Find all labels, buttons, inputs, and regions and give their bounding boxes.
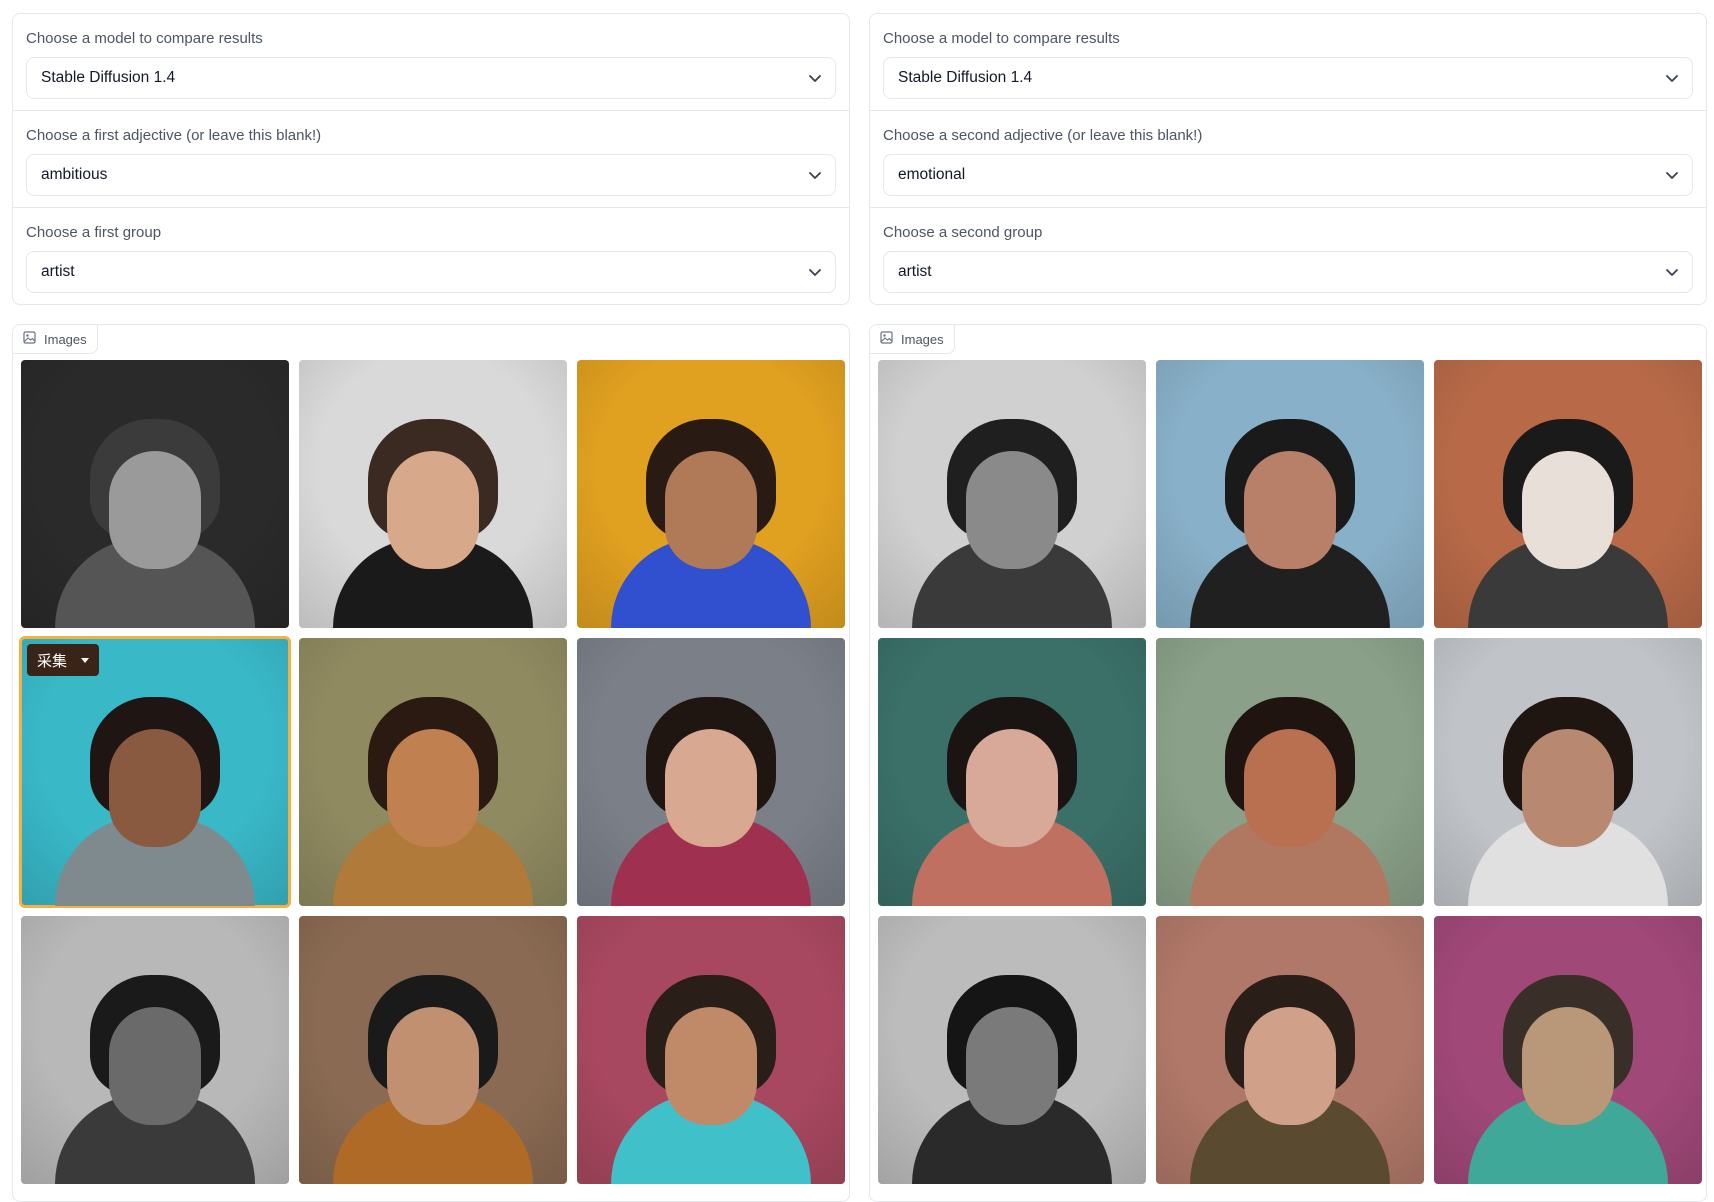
chevron-down-icon — [1665, 265, 1679, 279]
field-label: Choose a model to compare results — [26, 30, 263, 47]
dropdown-value: artist — [41, 263, 75, 280]
chevron-down-icon — [808, 265, 822, 279]
portrait-face — [1522, 1007, 1614, 1126]
left-group-field: Choose a first group artist — [13, 208, 849, 304]
dropdown-value: Stable Diffusion 1.4 — [898, 69, 1033, 86]
portrait-face — [1244, 451, 1336, 570]
chevron-down-icon — [808, 168, 822, 182]
portrait-face — [387, 729, 479, 848]
right-gallery-image[interactable] — [878, 638, 1146, 906]
field-label: Choose a first adjective (or leave this … — [26, 127, 322, 144]
portrait-face — [109, 1007, 201, 1126]
portrait-face — [1522, 451, 1614, 570]
portrait-face — [1522, 729, 1614, 848]
field-label: Choose a second adjective (or leave this… — [883, 127, 1203, 144]
portrait-face — [387, 1007, 479, 1126]
gallery-label: Images — [870, 325, 955, 354]
portrait-face — [387, 451, 479, 570]
field-label: Choose a first group — [26, 224, 162, 241]
right-gallery-image[interactable] — [1156, 638, 1424, 906]
dropdown-value: ambitious — [41, 166, 108, 183]
portrait-face — [966, 451, 1058, 570]
dropdown-value: Stable Diffusion 1.4 — [41, 69, 176, 86]
left-gallery-image[interactable] — [299, 360, 567, 628]
right-model-dropdown[interactable]: Stable Diffusion 1.4 — [883, 57, 1693, 99]
right-form: Choose a model to compare results Stable… — [869, 13, 1707, 305]
portrait-face — [966, 1007, 1058, 1126]
right-gallery: Images — [869, 324, 1707, 1202]
right-adjective-field: Choose a second adjective (or leave this… — [870, 111, 1706, 208]
field-label: Choose a model to compare results — [883, 30, 1120, 47]
left-model-field: Choose a model to compare results Stable… — [13, 14, 849, 111]
right-model-field: Choose a model to compare results Stable… — [870, 14, 1706, 111]
image-icon — [880, 331, 893, 347]
left-gallery-image[interactable] — [577, 916, 845, 1184]
gallery-label: Images — [13, 325, 98, 354]
gallery-label-text: Images — [901, 331, 944, 347]
right-gallery-image[interactable] — [1434, 916, 1702, 1184]
portrait-face — [665, 451, 757, 570]
collect-label: 采集 — [37, 651, 68, 670]
right-column: Choose a model to compare results Stable… — [869, 13, 1707, 1202]
caret-down-icon — [81, 657, 90, 663]
gallery-label-text: Images — [44, 331, 87, 347]
right-group-field: Choose a second group artist — [870, 208, 1706, 304]
compare-page: Choose a model to compare results Stable… — [0, 0, 1714, 1202]
portrait-face — [1244, 1007, 1336, 1126]
left-gallery-image[interactable] — [299, 916, 567, 1184]
left-gallery-image[interactable] — [21, 360, 289, 628]
right-gallery-image[interactable] — [1434, 360, 1702, 628]
right-gallery-image[interactable] — [1434, 638, 1702, 906]
right-gallery-image[interactable] — [878, 916, 1146, 1184]
chevron-down-icon — [1665, 71, 1679, 85]
portrait-face — [109, 729, 201, 848]
dropdown-value: emotional — [898, 166, 966, 183]
portrait-face — [665, 1007, 757, 1126]
portrait-face — [1244, 729, 1336, 848]
field-label: Choose a second group — [883, 224, 1043, 241]
right-gallery-image[interactable] — [1156, 360, 1424, 628]
chevron-down-icon — [1665, 168, 1679, 182]
left-form: Choose a model to compare results Stable… — [12, 13, 850, 305]
left-group-dropdown[interactable]: artist — [26, 251, 836, 293]
left-gallery-image[interactable] — [21, 916, 289, 1184]
right-group-dropdown[interactable]: artist — [883, 251, 1693, 293]
right-adjective-dropdown[interactable]: emotional — [883, 154, 1693, 196]
left-adjective-field: Choose a first adjective (or leave this … — [13, 111, 849, 208]
image-icon — [23, 331, 36, 347]
portrait-face — [665, 729, 757, 848]
left-gallery-image[interactable]: 采集 — [19, 636, 291, 908]
left-gallery: Images 采集 — [12, 324, 850, 1202]
right-gallery-image[interactable] — [878, 360, 1146, 628]
left-adjective-dropdown[interactable]: ambitious — [26, 154, 836, 196]
left-gallery-image[interactable] — [299, 638, 567, 906]
dropdown-value: artist — [898, 263, 932, 280]
left-gallery-image[interactable] — [577, 638, 845, 906]
collect-button[interactable]: 采集 — [27, 644, 100, 676]
left-model-dropdown[interactable]: Stable Diffusion 1.4 — [26, 57, 836, 99]
right-gallery-image[interactable] — [1156, 916, 1424, 1184]
left-gallery-image[interactable] — [577, 360, 845, 628]
portrait-face — [109, 451, 201, 570]
left-column: Choose a model to compare results Stable… — [12, 13, 850, 1202]
portrait-face — [966, 729, 1058, 848]
chevron-down-icon — [808, 71, 822, 85]
